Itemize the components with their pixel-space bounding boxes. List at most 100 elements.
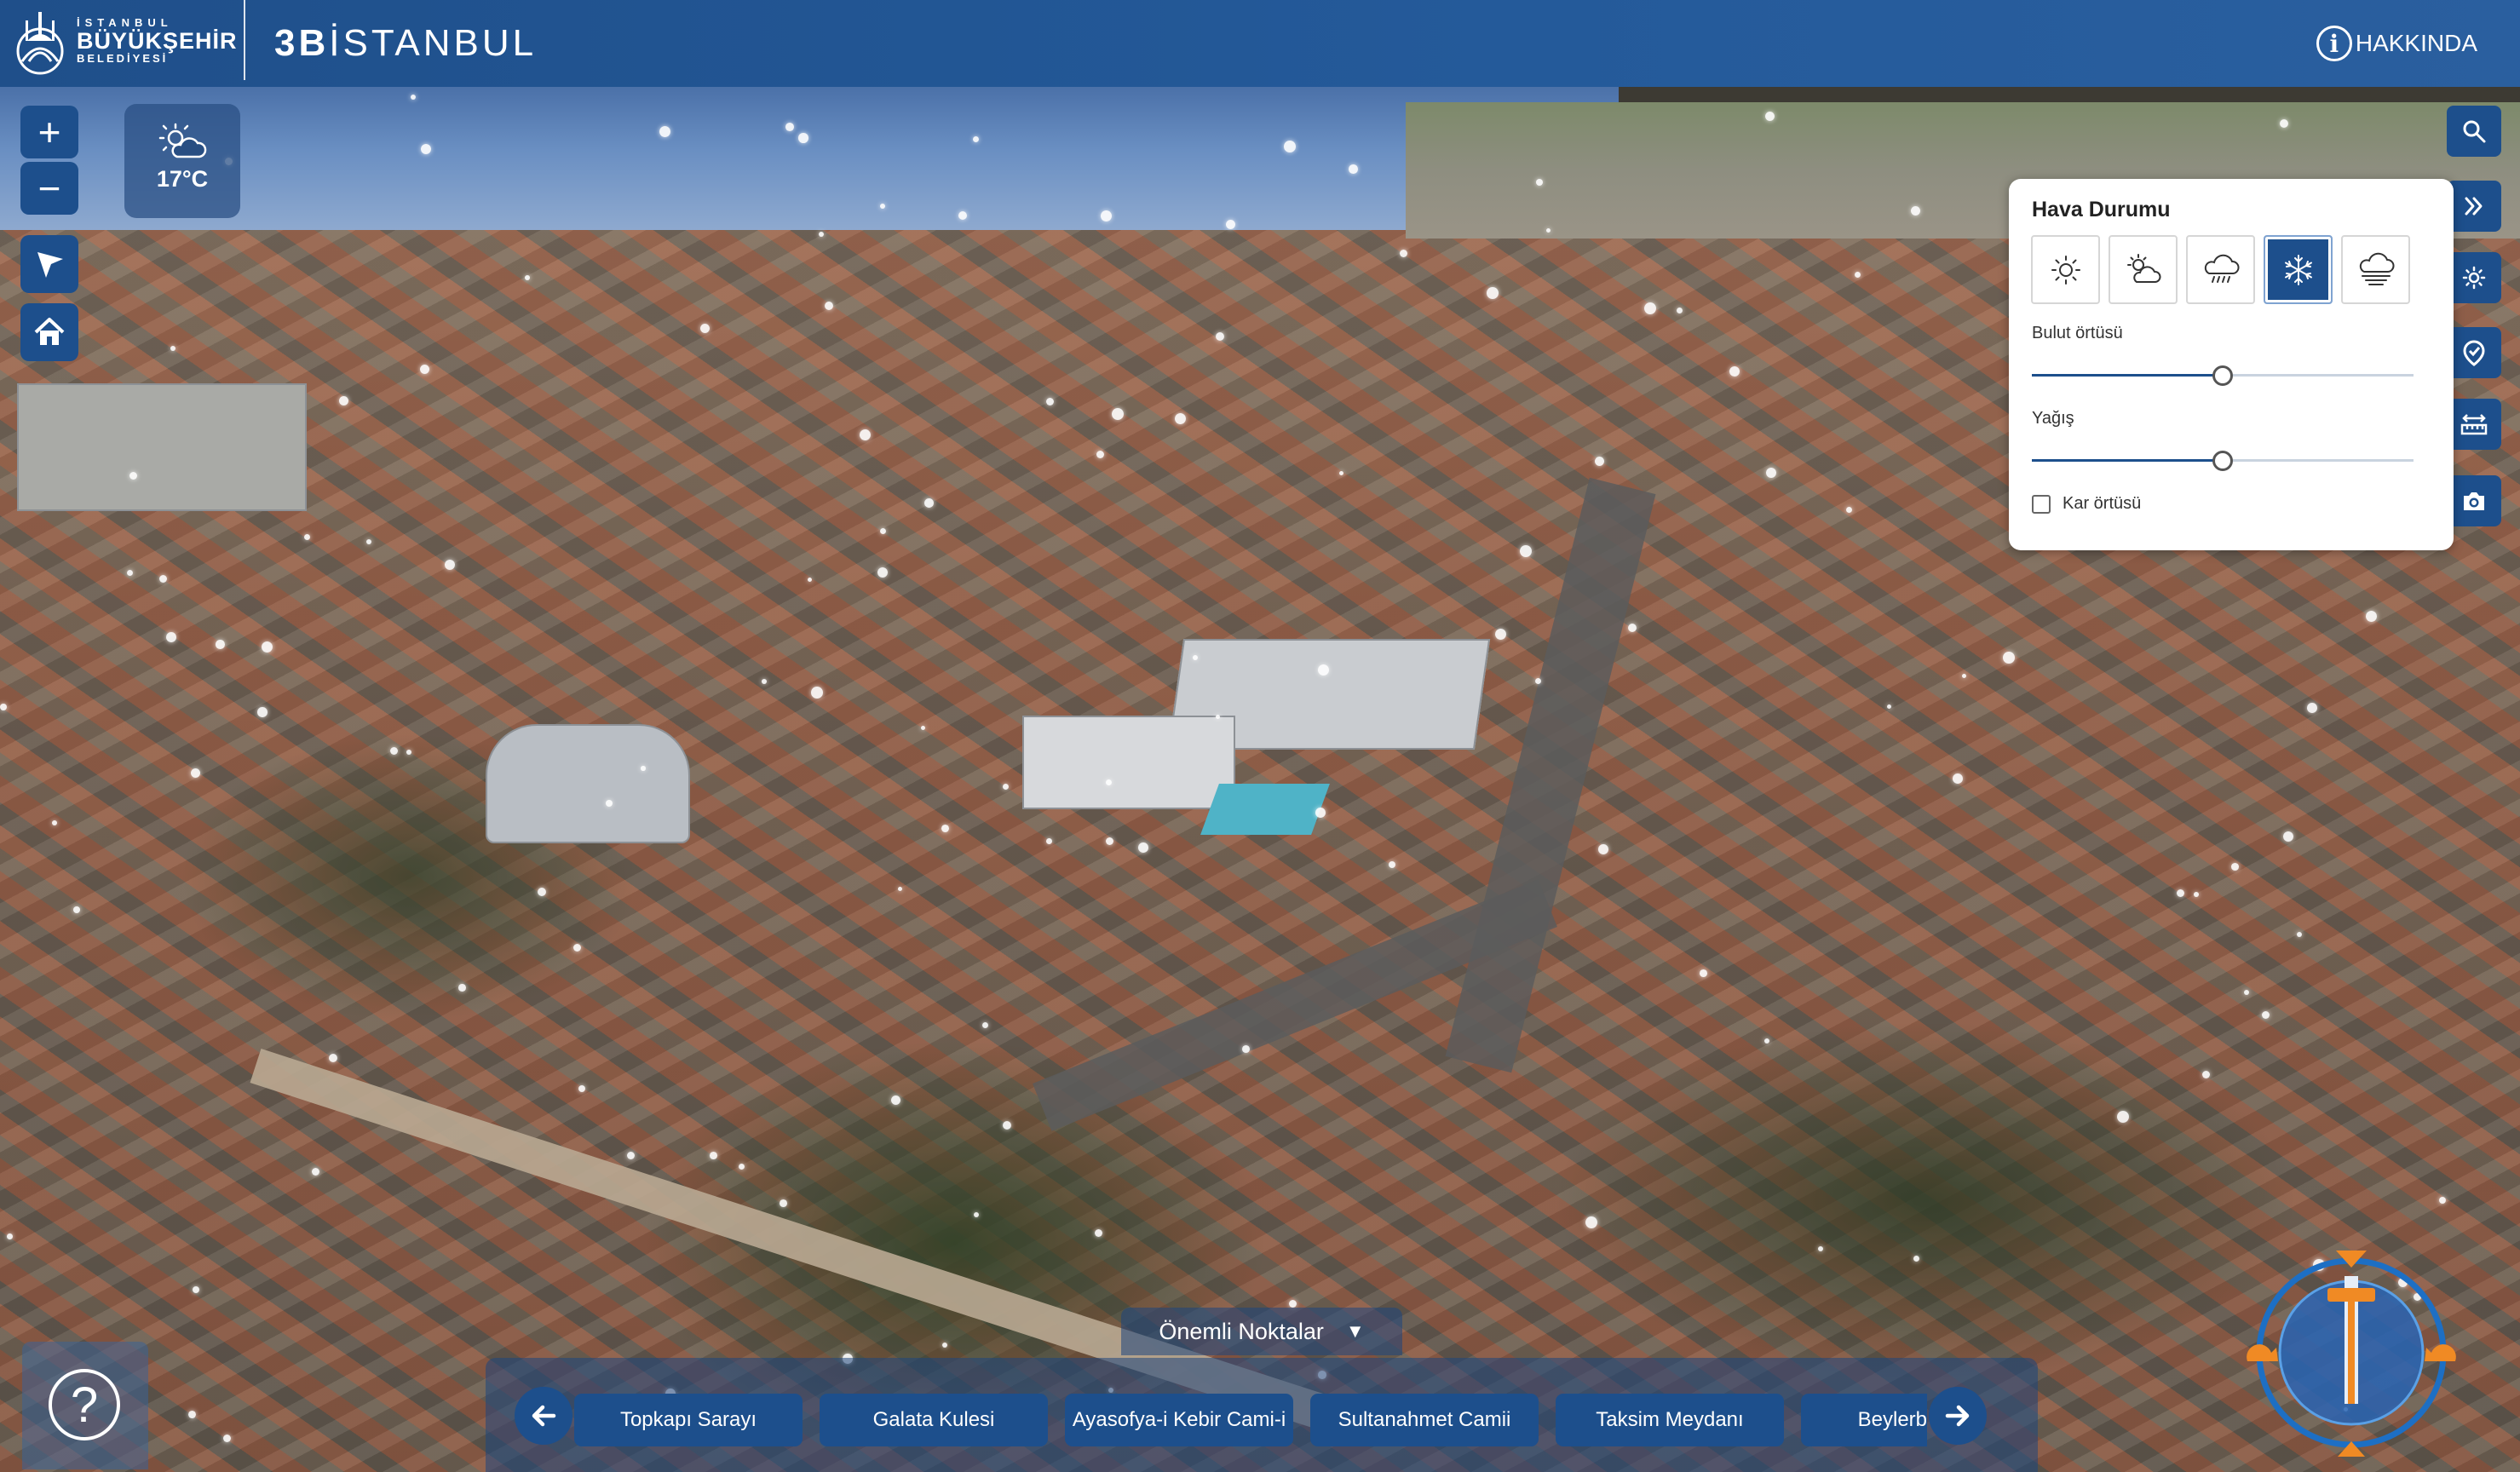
snowflake: [1242, 1045, 1250, 1053]
snowflake: [1536, 179, 1543, 186]
precipitation-label: Yağış: [2032, 409, 2074, 428]
current-weather-badge[interactable]: 17°C: [124, 104, 240, 218]
zoom-in-button[interactable]: +: [20, 106, 78, 158]
snowflake: [525, 275, 530, 280]
weather-option-rain[interactable]: [2186, 235, 2255, 304]
ibb-logo-text: İSTANBUL BÜYÜKŞEHİR BELEDİYESİ: [77, 17, 238, 65]
snowflake: [1216, 715, 1220, 719]
snowflake: [2117, 1111, 2129, 1123]
poi-item[interactable]: Galata Kulesi: [820, 1394, 1048, 1446]
snowflake: [257, 707, 268, 717]
poi-item[interactable]: Topkapı Sarayı: [574, 1394, 803, 1446]
info-icon: i: [2316, 26, 2352, 61]
map-pin-icon: [2463, 340, 2485, 366]
poi-carousel: Topkapı Sarayı Galata Kulesi Ayasofya-i Ke…: [486, 1358, 2038, 1472]
snowflake: [891, 1095, 901, 1106]
snowflake: [641, 766, 646, 771]
compass-widget[interactable]: [2232, 1233, 2471, 1472]
header-divider: [244, 0, 245, 80]
snowflake: [1046, 838, 1052, 844]
snowflake: [2307, 703, 2317, 713]
weather-option-partly-cloudy[interactable]: [2109, 235, 2178, 304]
partly-cloudy-icon: [158, 123, 207, 158]
help-panel: ?: [22, 1342, 148, 1469]
snowflake: [73, 906, 80, 913]
cloud-cover-slider[interactable]: [2032, 365, 2414, 386]
logo-line-3: BELEDİYESİ: [77, 51, 169, 65]
snowflake: [1315, 808, 1326, 818]
hall-building: [1022, 716, 1235, 809]
poi-item[interactable]: Taksim Meydanı: [1556, 1394, 1784, 1446]
measure-icon: [2460, 414, 2488, 435]
snowflake: [880, 204, 885, 209]
snowflake: [0, 704, 7, 710]
help-button[interactable]: ?: [49, 1369, 120, 1440]
snowflake: [762, 679, 767, 684]
snowflake: [1700, 969, 1707, 977]
snowflake: [1953, 773, 1963, 784]
precipitation-slider[interactable]: [2032, 451, 2414, 471]
slider-thumb[interactable]: [2212, 365, 2233, 386]
snowflake: [785, 123, 794, 131]
snowflake: [1585, 1216, 1597, 1228]
mosque: [486, 724, 690, 843]
slider-thumb[interactable]: [2212, 451, 2233, 471]
snowflake: [1487, 287, 1499, 299]
poi-toggle-button[interactable]: Önemli Noktalar ▼: [1121, 1308, 1402, 1355]
snowflake: [700, 324, 711, 334]
poi-next-button[interactable]: [1929, 1387, 1987, 1445]
snowflake: [1216, 332, 1225, 342]
snowflake: [2366, 611, 2377, 622]
weather-option-sunny[interactable]: [2031, 235, 2100, 304]
about-button[interactable]: i HAKKINDA: [2316, 26, 2477, 61]
poi-item[interactable]: Sultanahmet Camii: [1310, 1394, 1539, 1446]
checkbox-box[interactable]: [2032, 494, 2051, 514]
weather-tool-button[interactable]: [2447, 252, 2501, 303]
snowflake: [188, 1411, 196, 1418]
snowflake: [710, 1152, 717, 1159]
locate-button[interactable]: [20, 235, 78, 293]
sun-icon: [2051, 255, 2080, 285]
snowflake: [2003, 652, 2015, 664]
place-marker-button[interactable]: [2447, 327, 2501, 378]
snowflake: [1628, 624, 1637, 632]
snowflake: [339, 396, 348, 405]
measure-button[interactable]: [2447, 399, 2501, 450]
snowflake: [860, 429, 871, 440]
poi-items: Topkapı Sarayı Galata Kulesi Ayasofya-i Ke…: [574, 1394, 1927, 1450]
camera-icon: [2464, 492, 2484, 510]
snowflake: [1226, 220, 1235, 229]
app-title-name: İSTANBUL: [329, 22, 538, 64]
home-button[interactable]: [20, 303, 78, 361]
weather-panel: Hava Durumu Bulut örtüsü Yağış Kar örtüs…: [2009, 179, 2454, 550]
snowflake: [191, 768, 200, 778]
snowflake: [973, 136, 979, 142]
weather-option-snow[interactable]: [2264, 235, 2333, 304]
poi-item[interactable]: Ayasofya-i Kebir Cami-i: [1065, 1394, 1293, 1446]
collapse-panel-button[interactable]: [2447, 181, 2501, 232]
home-icon: [34, 318, 65, 345]
snowflake: [1175, 413, 1186, 424]
caret-down-icon: ▼: [1345, 1320, 1365, 1342]
snowflake: [2231, 863, 2239, 871]
screenshot-button[interactable]: [2447, 475, 2501, 526]
weather-option-fog[interactable]: [2341, 235, 2410, 304]
snowflake: [2194, 892, 2199, 897]
weather-options: [2031, 235, 2410, 304]
snowflake: [941, 825, 949, 832]
ibb-logo-icon[interactable]: [10, 10, 70, 78]
poi-prev-button[interactable]: [515, 1387, 572, 1445]
snowflake: [1112, 408, 1124, 420]
search-button[interactable]: [2447, 106, 2501, 157]
snowflake: [1644, 302, 1656, 314]
zoom-out-button[interactable]: −: [20, 162, 78, 215]
snowflake: [216, 640, 225, 649]
logo-line-2: BÜYÜKŞEHİR: [77, 27, 238, 54]
poi-item[interactable]: Beylerbeyi S: [1801, 1394, 1927, 1446]
about-label: HAKKINDA: [2355, 30, 2477, 56]
weather-panel-title: Hava Durumu: [2032, 198, 2171, 221]
arrow-right-icon: [1945, 1405, 1970, 1427]
snowflake: [606, 800, 613, 807]
snow-cover-checkbox[interactable]: Kar örtüsü: [2032, 494, 2141, 514]
snowflake: [166, 632, 176, 642]
